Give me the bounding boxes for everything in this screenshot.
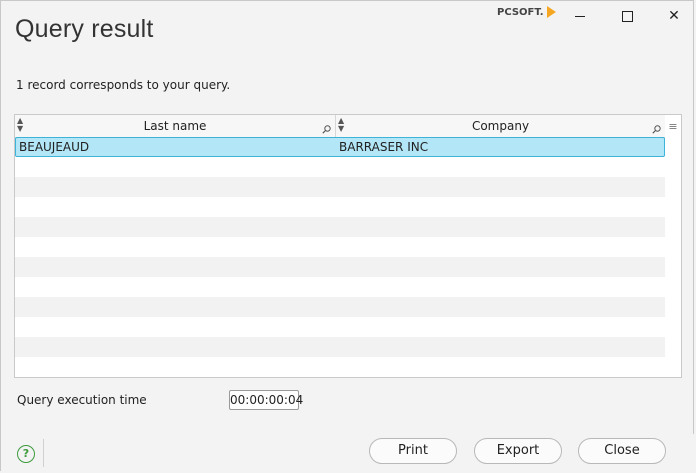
record-count-text: 1 record corresponds to your query. <box>16 78 231 92</box>
pcsoft-logo: PCSOFT. <box>497 5 556 19</box>
empty-row <box>15 237 665 257</box>
cell-company: BARRASER INC <box>339 140 429 154</box>
query-result-window: Query result PCSOFT. ✕ 1 record correspo… <box>0 0 696 472</box>
table-row[interactable]: BEAUJEAUD BARRASER INC <box>15 137 665 157</box>
results-table[interactable]: ▲ ▼ Last name ▲ ▼ Company ≡ BEAUJEAUD BARR… <box>14 114 682 378</box>
close-button[interactable]: Close <box>578 438 666 464</box>
empty-row <box>15 357 665 377</box>
close-window-button[interactable]: ✕ <box>651 1 696 31</box>
table-body: BEAUJEAUD BARRASER INC <box>15 137 665 377</box>
empty-row <box>15 277 665 297</box>
column-header-last-name[interactable]: ▲ ▼ Last name <box>15 115 336 137</box>
sort-icon[interactable]: ▲ ▼ <box>338 117 344 133</box>
maximize-button[interactable] <box>604 1 650 31</box>
empty-row <box>15 317 665 337</box>
help-icon[interactable]: ? <box>17 445 35 463</box>
column-header-company[interactable]: ▲ ▼ Company <box>336 115 665 137</box>
brand-text: PCSOFT. <box>497 6 544 18</box>
empty-row <box>15 297 665 317</box>
column-label: Last name <box>143 119 207 133</box>
export-button[interactable]: Export <box>474 438 562 464</box>
minimize-icon <box>575 15 585 17</box>
execution-time-label: Query execution time <box>17 393 147 407</box>
empty-row <box>15 197 665 217</box>
footer-divider <box>43 439 44 467</box>
table-header: ▲ ▼ Last name ▲ ▼ Company <box>15 115 665 138</box>
maximize-icon <box>621 10 633 22</box>
minimize-button[interactable] <box>557 1 603 31</box>
sort-icon[interactable]: ▲ ▼ <box>17 117 23 133</box>
print-button[interactable]: Print <box>369 438 457 464</box>
column-label: Company <box>471 119 530 133</box>
cell-last-name: BEAUJEAUD <box>19 140 90 154</box>
menu-icon[interactable]: ≡ <box>668 121 678 132</box>
search-icon[interactable] <box>652 125 661 134</box>
empty-row <box>15 157 665 177</box>
empty-row <box>15 257 665 277</box>
close-icon: ✕ <box>668 8 680 24</box>
execution-time-value: 00:00:00:04 <box>229 390 303 410</box>
empty-row <box>15 337 665 357</box>
search-icon[interactable] <box>322 125 331 134</box>
page-title: Query result <box>15 15 154 43</box>
empty-row <box>15 177 665 197</box>
brand-play-icon <box>546 6 556 18</box>
empty-row <box>15 217 665 237</box>
